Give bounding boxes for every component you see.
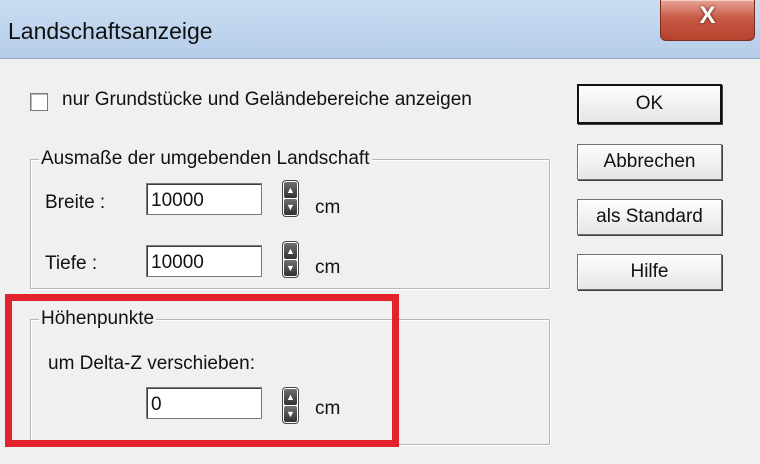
spin-up-icon[interactable]: ▲: [284, 182, 297, 198]
depth-spinner[interactable]: ▲ ▼: [282, 241, 299, 278]
set-default-button[interactable]: als Standard: [577, 199, 722, 235]
width-input[interactable]: [146, 183, 262, 215]
delta-z-unit: cm: [315, 398, 341, 419]
title-bar: Landschaftsanzeige X: [0, 0, 760, 59]
show-plots-only-label: nur Grundstücke und Geländebereiche anze…: [62, 89, 472, 110]
delta-z-spinner[interactable]: ▲ ▼: [282, 387, 299, 424]
landscape-extent-title: Ausmaße der umgebenden Landschaft: [39, 148, 372, 170]
depth-input[interactable]: [146, 245, 262, 277]
delta-z-input[interactable]: [146, 387, 262, 419]
ok-button[interactable]: OK: [577, 84, 722, 124]
width-label: Breite :: [45, 192, 106, 213]
width-spinner[interactable]: ▲ ▼: [282, 180, 299, 217]
height-points-title: Höhenpunkte: [39, 308, 157, 330]
window-title: Landschaftsanzeige: [8, 18, 213, 44]
cancel-button[interactable]: Abbrechen: [577, 144, 722, 180]
close-button[interactable]: X: [660, 0, 755, 41]
help-button[interactable]: Hilfe: [577, 254, 722, 290]
spin-up-icon[interactable]: ▲: [284, 389, 297, 405]
height-points-group: Höhenpunkte: [30, 308, 550, 445]
show-plots-only-checkbox[interactable]: [30, 93, 48, 111]
depth-unit: cm: [315, 257, 341, 278]
spin-down-icon[interactable]: ▼: [284, 260, 297, 276]
close-icon: X: [699, 2, 716, 29]
spin-down-icon[interactable]: ▼: [284, 199, 297, 215]
width-unit: cm: [315, 197, 341, 218]
spin-up-icon[interactable]: ▲: [284, 243, 297, 259]
spin-down-icon[interactable]: ▼: [284, 406, 297, 422]
depth-label: Tiefe :: [45, 253, 98, 274]
delta-z-label: um Delta-Z verschieben:: [48, 353, 255, 374]
